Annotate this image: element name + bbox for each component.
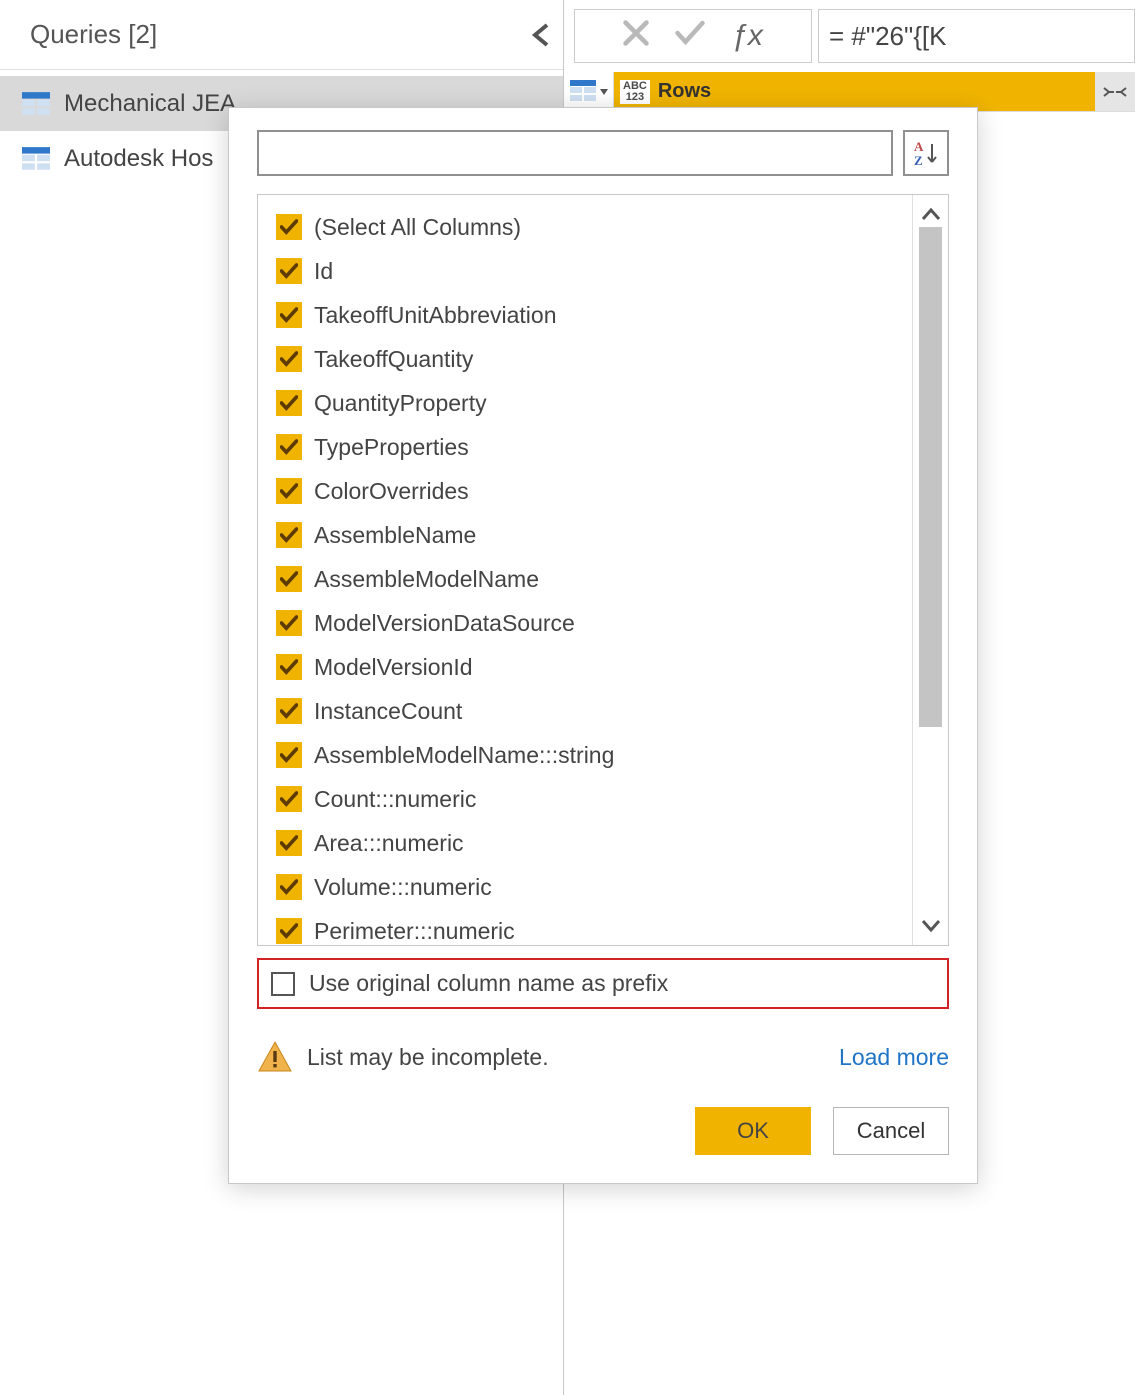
checkbox-icon [271, 972, 295, 996]
column-name: ModelVersionId [314, 654, 473, 681]
formula-text: = #"26"{[K [829, 21, 947, 52]
checkmark-icon [276, 654, 302, 680]
column-checklist-item[interactable]: Id [276, 249, 912, 293]
checkmark-icon [276, 302, 302, 328]
column-checklist-item[interactable]: Area:::numeric [276, 821, 912, 865]
expand-column-button[interactable] [1095, 72, 1135, 111]
prefix-label: Use original column name as prefix [309, 970, 668, 997]
column-name: Area:::numeric [314, 830, 464, 857]
column-name: ColorOverrides [314, 478, 469, 505]
column-checklist-item[interactable]: ModelVersionId [276, 645, 912, 689]
checkmark-icon [276, 786, 302, 812]
warning-icon [257, 1039, 293, 1075]
formula-bar: ƒx = #"26"{[K [564, 0, 1135, 72]
cancel-button[interactable]: Cancel [833, 1107, 949, 1155]
formula-input[interactable]: = #"26"{[K [818, 9, 1135, 63]
type-any-icon: ABC 123 [620, 80, 650, 104]
column-header-rows[interactable]: ABC 123 Rows [614, 72, 1135, 111]
column-checklist-item[interactable]: AssembleModelName:::string [276, 733, 912, 777]
query-label: Mechanical JEA [64, 90, 236, 118]
column-checklist-item[interactable]: TakeoffQuantity [276, 337, 912, 381]
column-checklist-item[interactable]: ColorOverrides [276, 469, 912, 513]
column-checklist-item[interactable]: AssembleName [276, 513, 912, 557]
column-checklist-item[interactable]: Volume:::numeric [276, 865, 912, 909]
column-checklist-item[interactable]: Count:::numeric [276, 777, 912, 821]
expand-columns-popup: A Z (Select All Columns) Id TakeoffUnitAbb… [228, 107, 978, 1184]
column-checklist-item[interactable]: QuantityProperty [276, 381, 912, 425]
ok-button[interactable]: OK [695, 1107, 811, 1155]
column-search-input[interactable] [257, 130, 893, 176]
warning-text: List may be incomplete. [307, 1044, 549, 1071]
checkmark-icon [276, 698, 302, 724]
scroll-thumb[interactable] [919, 227, 942, 727]
column-name: QuantityProperty [314, 390, 487, 417]
table-icon [570, 80, 598, 104]
column-name: Count:::numeric [314, 786, 476, 813]
checkmark-icon [276, 566, 302, 592]
column-name: Perimeter:::numeric [314, 918, 515, 945]
queries-title: Queries [2] [30, 19, 157, 50]
queries-header: Queries [2] [0, 0, 563, 70]
checkmark-icon [276, 478, 302, 504]
column-checklist-item[interactable]: ModelVersionDataSource [276, 601, 912, 645]
table-icon [22, 92, 50, 116]
scrollbar[interactable] [912, 195, 948, 945]
column-checklist-item[interactable]: InstanceCount [276, 689, 912, 733]
column-name: TypeProperties [314, 434, 469, 461]
cancel-formula-icon[interactable] [623, 20, 649, 52]
column-checklist-item[interactable]: TakeoffUnitAbbreviation [276, 293, 912, 337]
table-options-button[interactable] [564, 72, 614, 111]
checkmark-icon [276, 522, 302, 548]
checkmark-icon [276, 610, 302, 636]
column-name: TakeoffQuantity [314, 346, 473, 373]
use-original-prefix-checkbox[interactable]: Use original column name as prefix [257, 958, 949, 1009]
checkmark-icon [276, 918, 302, 944]
column-name: AssembleModelName:::string [314, 742, 614, 769]
svg-text:A: A [914, 139, 924, 154]
scroll-down-icon[interactable] [918, 913, 944, 939]
load-more-link[interactable]: Load more [839, 1044, 949, 1071]
checkmark-icon [276, 830, 302, 856]
column-name: InstanceCount [314, 698, 462, 725]
query-label: Autodesk Hos [64, 145, 213, 173]
table-icon [22, 147, 50, 171]
column-name: Volume:::numeric [314, 874, 492, 901]
formula-toolbar: ƒx [574, 9, 812, 63]
column-checklist-item[interactable]: TypeProperties [276, 425, 912, 469]
fx-icon[interactable]: ƒx [731, 21, 763, 51]
checkmark-icon [276, 434, 302, 460]
sort-columns-button[interactable]: A Z [903, 130, 949, 176]
collapse-pane-icon[interactable] [529, 23, 553, 47]
column-name: TakeoffUnitAbbreviation [314, 302, 557, 329]
column-name: AssembleModelName [314, 566, 539, 593]
checkmark-icon [276, 390, 302, 416]
column-name: (Select All Columns) [314, 214, 521, 241]
scroll-track[interactable] [913, 227, 948, 913]
checkmark-icon [276, 258, 302, 284]
checkmark-icon [276, 874, 302, 900]
column-label: Rows [658, 80, 711, 103]
column-name: Id [314, 258, 333, 285]
column-checklist-item[interactable]: AssembleModelName [276, 557, 912, 601]
scroll-up-icon[interactable] [918, 201, 944, 227]
confirm-formula-icon[interactable] [675, 20, 705, 52]
column-checklist-item[interactable]: (Select All Columns) [276, 205, 912, 249]
checkmark-icon [276, 742, 302, 768]
column-name: ModelVersionDataSource [314, 610, 575, 637]
column-name: AssembleName [314, 522, 476, 549]
checkmark-icon [276, 346, 302, 372]
column-checklist: (Select All Columns) Id TakeoffUnitAbbrevi… [257, 194, 949, 946]
svg-text:Z: Z [914, 153, 923, 167]
column-checklist-item[interactable]: Perimeter:::numeric [276, 909, 912, 945]
grid-header-row: ABC 123 Rows [564, 72, 1135, 112]
checkmark-icon [276, 214, 302, 240]
